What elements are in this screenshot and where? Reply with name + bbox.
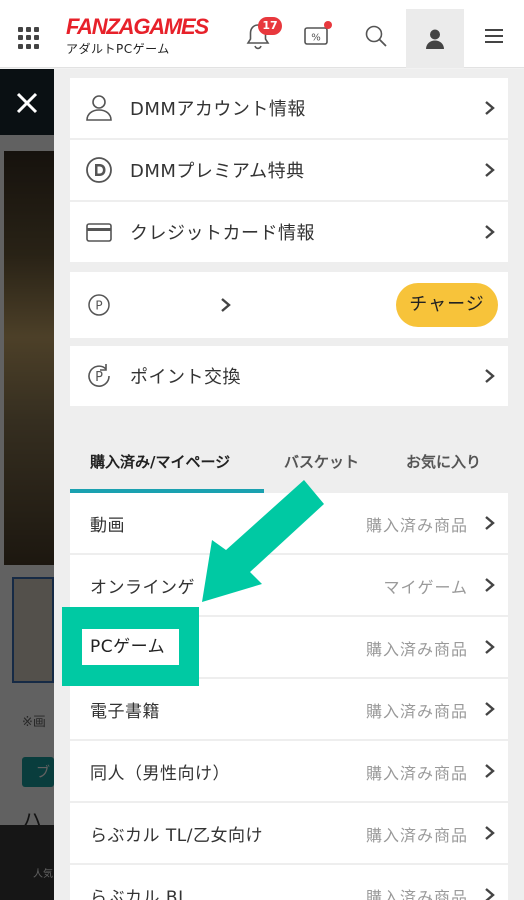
- premium-d-icon: [84, 155, 114, 185]
- list-item-label: オンラインゲ: [90, 578, 195, 598]
- chevron-right-icon: [220, 297, 232, 313]
- list-item-sublabel: 購入済み商品: [365, 640, 468, 659]
- list-item-label: らぶカル BL: [90, 888, 189, 900]
- chevron-right-icon: [484, 887, 496, 900]
- menu-item-label: ポイント交換: [130, 367, 241, 388]
- list-item-sublabel: マイゲーム: [383, 578, 468, 597]
- list-item-sublabel: 購入済み商品: [365, 764, 468, 783]
- list-item[interactable]: らぶカル TL/乙女向け 購入済み商品: [70, 803, 508, 863]
- menu-item-dmm-premium[interactable]: DMMプレミアム特典: [70, 140, 508, 200]
- menu-item-label: DMMプレミアム特典: [130, 161, 305, 182]
- pointer-arrow-icon: [196, 478, 331, 606]
- list-item-sublabel: 購入済み商品: [365, 702, 468, 721]
- search-icon[interactable]: [356, 16, 396, 56]
- charge-button[interactable]: チャージ: [396, 283, 498, 327]
- menu-item-label: DMMアカウント情報: [130, 99, 306, 120]
- hamburger-menu-icon[interactable]: [474, 16, 514, 56]
- chevron-right-icon: [484, 825, 496, 841]
- notification-badge: 17: [258, 17, 282, 35]
- chevron-right-icon: [484, 515, 496, 531]
- account-icon[interactable]: [406, 9, 464, 68]
- list-item-sublabel: 購入済み商品: [365, 826, 468, 845]
- chevron-right-icon: [484, 701, 496, 717]
- chevron-right-icon: [484, 162, 496, 178]
- svg-text:P: P: [95, 299, 102, 313]
- menu-item-dmm-account[interactable]: DMMアカウント情報: [70, 78, 508, 138]
- list-item-label: 同人（男性向け）: [90, 764, 230, 784]
- svg-text:%: %: [311, 33, 321, 44]
- chevron-right-icon: [484, 100, 496, 116]
- highlighted-label[interactable]: PCゲーム: [82, 629, 179, 665]
- tab-basket[interactable]: バスケット: [284, 451, 359, 472]
- tab-favorites[interactable]: お気に入り: [406, 451, 481, 472]
- list-item-sublabel: 購入済み商品: [365, 888, 468, 900]
- site-logo[interactable]: FANZAGAMES アダルトPCゲーム: [66, 14, 209, 57]
- list-item[interactable]: らぶカル BL 購入済み商品: [70, 865, 508, 900]
- chevron-right-icon: [484, 224, 496, 240]
- menu-item-credit-card[interactable]: クレジットカード情報: [70, 202, 508, 262]
- close-icon[interactable]: [10, 86, 44, 120]
- point-icon: P: [84, 290, 114, 320]
- menu-item-points[interactable]: P チャージ: [70, 272, 508, 338]
- menu-item-point-exchange[interactable]: P ポイント交換: [70, 346, 508, 406]
- chevron-right-icon: [484, 577, 496, 593]
- list-item-sublabel: 購入済み商品: [365, 516, 468, 535]
- person-icon: [84, 93, 114, 123]
- list-item[interactable]: 同人（男性向け） 購入済み商品: [70, 741, 508, 801]
- sale-indicator-dot: [324, 21, 332, 29]
- credit-card-icon: [84, 217, 114, 247]
- svg-text:P: P: [95, 370, 103, 385]
- chevron-right-icon: [484, 639, 496, 655]
- app-header: FANZAGAMES アダルトPCゲーム 17 %: [0, 0, 524, 68]
- logo-title: FANZAGAMES: [66, 14, 209, 39]
- menu-item-label: クレジットカード情報: [130, 223, 315, 244]
- highlight-box: PCゲーム: [62, 607, 199, 686]
- logo-subtitle: アダルトPCゲーム: [66, 42, 170, 56]
- list-item-label: 電子書籍: [90, 702, 160, 722]
- chevron-right-icon: [484, 368, 496, 384]
- overlay-dim[interactable]: [0, 69, 54, 900]
- list-item[interactable]: 電子書籍 購入済み商品: [70, 679, 508, 739]
- chevron-right-icon: [484, 763, 496, 779]
- grid-menu-icon[interactable]: [18, 27, 40, 49]
- tab-purchased-mypage[interactable]: 購入済み/マイページ: [90, 451, 230, 472]
- point-exchange-icon: P: [84, 361, 114, 391]
- list-item-label: 動画: [90, 516, 125, 536]
- list-item-label: らぶカル TL/乙女向け: [90, 826, 263, 846]
